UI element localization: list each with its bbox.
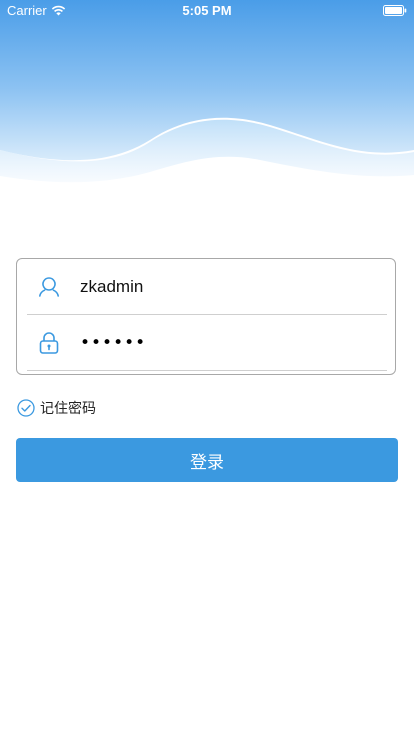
- check-circle-icon[interactable]: [17, 399, 35, 417]
- password-input[interactable]: ••••••: [80, 329, 146, 357]
- lock-icon: [39, 332, 59, 354]
- header-wave-background: [0, 0, 414, 183]
- status-bar: Carrier 5:05 PM: [0, 0, 414, 22]
- login-form-card: ••••••: [16, 258, 396, 375]
- battery-icon: [383, 5, 407, 16]
- remember-password-label: 记住密码: [40, 401, 96, 417]
- username-input[interactable]: [80, 273, 370, 301]
- password-row: ••••••: [17, 315, 395, 371]
- password-divider: [27, 370, 387, 371]
- status-time: 5:05 PM: [182, 3, 232, 18]
- login-screen: Carrier 5:05 PM zkadmin •••••• 记住密码 登录: [0, 0, 414, 736]
- remember-password-toggle[interactable]: 记住密码: [17, 398, 96, 418]
- user-icon: [39, 277, 59, 297]
- username-row: [17, 259, 395, 315]
- login-button[interactable]: 登录: [16, 438, 398, 482]
